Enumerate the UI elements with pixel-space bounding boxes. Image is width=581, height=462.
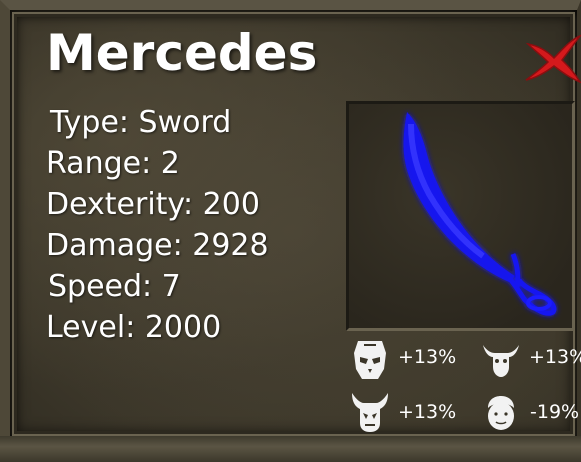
blue-sword-icon xyxy=(403,112,557,316)
frame-bottom-ledge xyxy=(0,436,581,462)
stat-damage: Damage: 2928 xyxy=(46,228,269,263)
close-button[interactable] xyxy=(522,30,581,86)
stat-range: Range: 2 xyxy=(46,146,180,181)
item-info-panel: Mercedes Type: Sword Range: 2 Dexterity:… xyxy=(0,0,581,462)
stat-level: Level: 2000 xyxy=(46,310,222,345)
red-x-icon xyxy=(525,34,581,84)
modifier-value: +13% xyxy=(398,401,457,423)
modifier-value: +13% xyxy=(529,346,581,368)
horned-demon-icon xyxy=(350,391,390,438)
human-face-icon xyxy=(484,394,518,437)
modifier-value: +13% xyxy=(398,346,457,368)
stats-list: Type: Sword Range: 2 Dexterity: 200 Dama… xyxy=(46,102,269,348)
stat-speed: Speed: 7 xyxy=(48,269,181,304)
bull-head-icon xyxy=(481,339,521,384)
modifier-value: -19% xyxy=(530,401,580,423)
item-name: Mercedes xyxy=(46,24,318,82)
stat-dexterity: Dexterity: 200 xyxy=(46,187,260,222)
skull-mask-icon xyxy=(352,339,388,386)
stat-type: Type: Sword xyxy=(50,105,232,140)
item-image-frame xyxy=(346,101,575,331)
